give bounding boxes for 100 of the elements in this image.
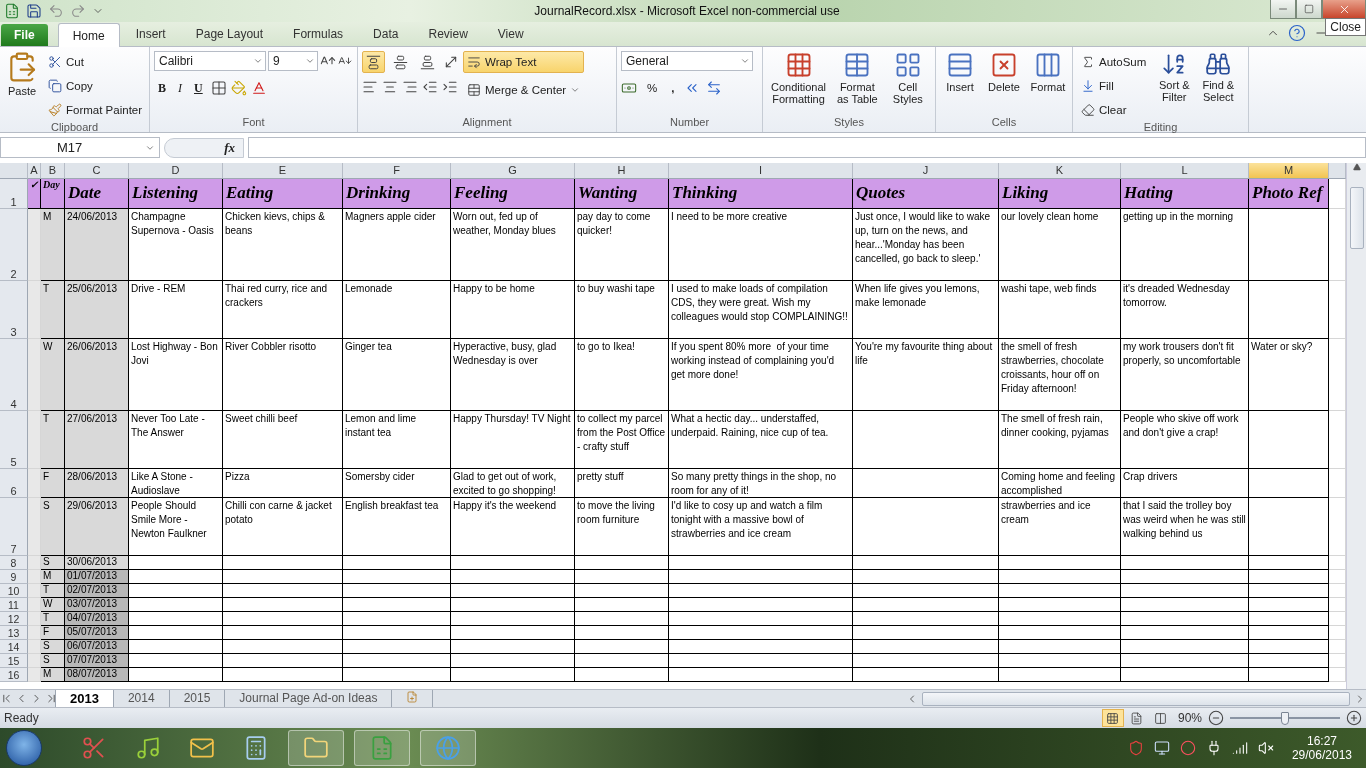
maximize-button[interactable] bbox=[1296, 0, 1322, 19]
normal-view-button[interactable] bbox=[1101, 709, 1124, 727]
column-header[interactable]: B bbox=[41, 163, 65, 179]
align-center-icon[interactable] bbox=[382, 79, 398, 95]
fill-color-icon[interactable] bbox=[230, 80, 247, 96]
decrease-indent-icon[interactable] bbox=[422, 79, 438, 95]
format-table-button[interactable]: Format as Table bbox=[834, 51, 881, 116]
insert-cells-button[interactable]: Insert bbox=[940, 51, 980, 116]
font-size-field[interactable]: 9 bbox=[268, 51, 318, 71]
column-header[interactable]: I bbox=[669, 163, 853, 179]
start-button[interactable] bbox=[6, 730, 42, 766]
sort-filter-button[interactable]: Sort & Filter bbox=[1154, 51, 1195, 121]
comma-button[interactable]: , bbox=[667, 77, 679, 99]
redo-icon[interactable] bbox=[70, 3, 86, 19]
row-header[interactable]: 15 bbox=[0, 654, 28, 668]
column-header[interactable]: G bbox=[451, 163, 575, 179]
row-header[interactable]: 2 bbox=[0, 209, 28, 281]
zoom-in-icon[interactable] bbox=[1346, 710, 1362, 726]
underline-button[interactable]: U bbox=[190, 77, 207, 99]
ribbon-tab[interactable]: Page Layout bbox=[181, 22, 278, 46]
row-header[interactable]: 5 bbox=[0, 411, 28, 469]
format-painter-button[interactable]: Format Painter bbox=[44, 99, 147, 121]
currency-icon[interactable] bbox=[621, 80, 637, 96]
help-icon[interactable] bbox=[1288, 24, 1306, 42]
row-header[interactable]: 14 bbox=[0, 640, 28, 654]
row-header[interactable]: 4 bbox=[0, 339, 28, 411]
fill-button[interactable]: Fill bbox=[1077, 75, 1151, 97]
ribbon-tab[interactable]: Data bbox=[359, 22, 413, 46]
bold-button[interactable]: B bbox=[154, 77, 170, 99]
formula-field[interactable] bbox=[248, 137, 1366, 158]
ribbon-tab[interactable]: View bbox=[483, 22, 538, 46]
column-header[interactable]: C bbox=[65, 163, 129, 179]
align-left-icon[interactable] bbox=[362, 79, 378, 95]
minimize-button[interactable] bbox=[1270, 0, 1296, 19]
scrollbar-thumb[interactable] bbox=[922, 691, 1350, 706]
clock[interactable]: 16:27 29/06/2013 bbox=[1283, 734, 1360, 762]
ribbon-tab[interactable]: Home bbox=[57, 23, 120, 47]
row-header[interactable]: 7 bbox=[0, 498, 28, 556]
row-header[interactable]: 16 bbox=[0, 668, 28, 682]
zoom-out-icon[interactable] bbox=[1208, 710, 1224, 726]
column-header[interactable]: E bbox=[223, 163, 343, 179]
muted-speaker-icon[interactable] bbox=[1257, 740, 1274, 756]
wrap-text-button[interactable]: Wrap Text bbox=[463, 51, 585, 73]
first-sheet-icon[interactable] bbox=[0, 692, 13, 705]
row-header[interactable]: 9 bbox=[0, 570, 28, 584]
row-header[interactable]: 11 bbox=[0, 598, 28, 612]
file-tab[interactable]: File bbox=[1, 24, 48, 46]
vertical-scrollbar[interactable] bbox=[1346, 163, 1366, 689]
column-header[interactable]: A bbox=[28, 163, 41, 179]
row-header[interactable]: 10 bbox=[0, 584, 28, 598]
column-header[interactable]: J bbox=[853, 163, 999, 179]
conditional-formatting-button[interactable]: Conditional Formatting bbox=[767, 51, 831, 116]
taskbar-item[interactable] bbox=[354, 730, 410, 766]
signal-icon[interactable] bbox=[1231, 740, 1248, 756]
shield-icon[interactable] bbox=[1127, 740, 1144, 756]
delete-cells-button[interactable]: Delete bbox=[984, 51, 1024, 116]
sheet-tab[interactable]: 2013 bbox=[55, 689, 114, 708]
name-box[interactable]: M17 bbox=[0, 137, 160, 158]
column-header[interactable]: F bbox=[343, 163, 451, 179]
increase-indent-icon[interactable] bbox=[442, 79, 458, 95]
column-header[interactable]: M bbox=[1249, 163, 1329, 179]
save-icon[interactable] bbox=[26, 3, 42, 19]
row-header[interactable]: 6 bbox=[0, 469, 28, 498]
ribbon-tab[interactable]: Review bbox=[414, 22, 482, 46]
row-header[interactable]: 1 bbox=[0, 179, 28, 209]
row-header[interactable]: 12 bbox=[0, 612, 28, 626]
column-header[interactable]: D bbox=[129, 163, 223, 179]
scrollbar-thumb[interactable] bbox=[1349, 187, 1364, 249]
row-header[interactable]: 13 bbox=[0, 626, 28, 640]
borders-icon[interactable] bbox=[210, 80, 227, 96]
monitor-icon[interactable] bbox=[1153, 740, 1170, 756]
column-header[interactable]: L bbox=[1121, 163, 1249, 179]
number-format-field[interactable]: General bbox=[621, 51, 753, 71]
align-right-icon[interactable] bbox=[402, 79, 418, 95]
cell-styles-button[interactable]: Cell Styles bbox=[884, 51, 931, 116]
merge-center-button[interactable]: Merge & Center bbox=[463, 79, 585, 101]
undo-icon[interactable] bbox=[48, 3, 64, 19]
cut-button[interactable]: Cut bbox=[44, 51, 147, 73]
font-color-icon[interactable] bbox=[250, 80, 267, 96]
last-sheet-icon[interactable] bbox=[45, 692, 58, 705]
insert-function-button[interactable]: fx bbox=[164, 137, 244, 158]
find-select-button[interactable]: Find & Select bbox=[1198, 51, 1239, 121]
close-button[interactable] bbox=[1322, 0, 1366, 19]
copy-button[interactable]: Copy bbox=[44, 75, 147, 97]
autosum-button[interactable]: AutoSum bbox=[1077, 51, 1151, 73]
format-cells-button[interactable]: Format bbox=[1028, 51, 1068, 116]
row-header[interactable]: 3 bbox=[0, 281, 28, 339]
taskbar-item[interactable] bbox=[288, 730, 344, 766]
paste-button[interactable]: Paste bbox=[4, 51, 40, 121]
column-header[interactable]: H bbox=[575, 163, 669, 179]
italic-button[interactable]: I bbox=[174, 77, 186, 99]
row-header[interactable]: 8 bbox=[0, 556, 28, 570]
zoom-thumb[interactable] bbox=[1281, 711, 1289, 725]
ribbon-tab[interactable]: Formulas bbox=[279, 22, 358, 46]
font-name-field[interactable]: Calibri bbox=[154, 51, 266, 71]
ribbon-tab[interactable]: Insert bbox=[121, 22, 180, 46]
tray-app-icon[interactable] bbox=[1179, 740, 1196, 756]
vertical-align-button[interactable] bbox=[362, 51, 385, 73]
clear-button[interactable]: Clear bbox=[1077, 99, 1151, 121]
percent-button[interactable]: % bbox=[643, 77, 662, 99]
